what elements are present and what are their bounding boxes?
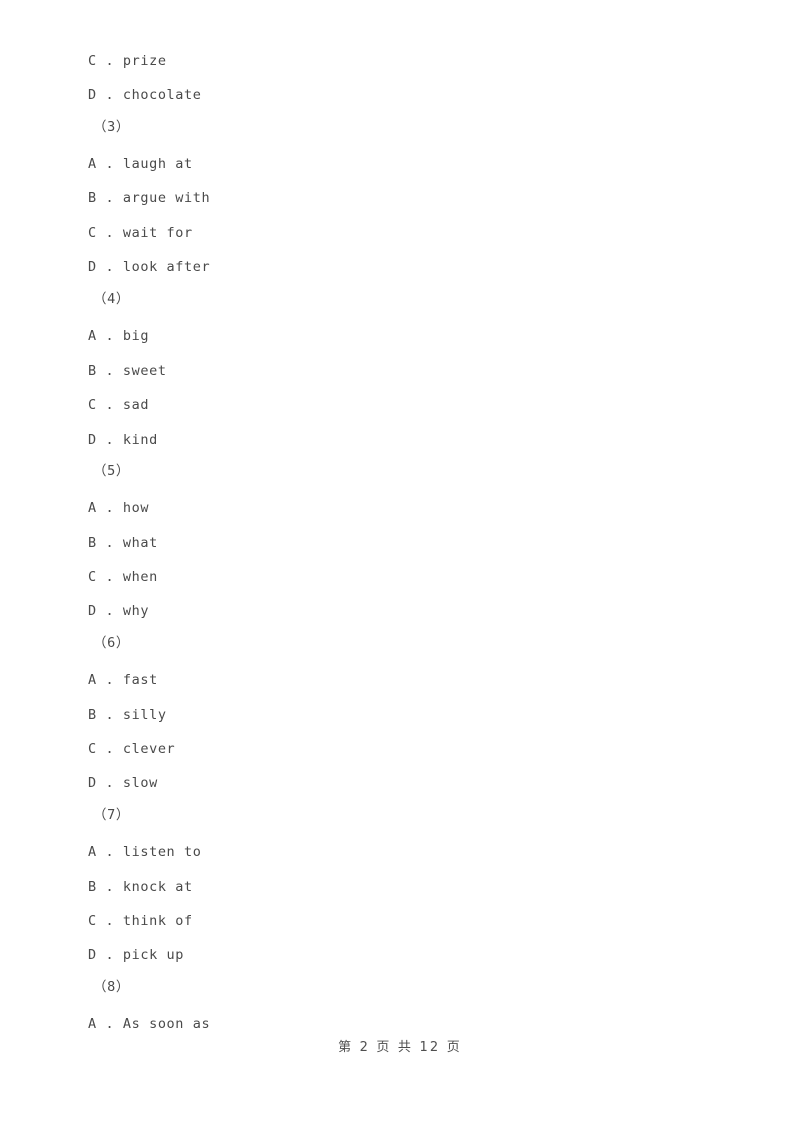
- question-number: （5）: [93, 463, 130, 479]
- answer-option: C . think of: [88, 913, 193, 929]
- answer-option: C . prize: [88, 53, 167, 69]
- answer-option: C . wait for: [88, 225, 193, 241]
- answer-option: A . big: [88, 328, 150, 344]
- answer-option: A . As soon as: [88, 1016, 211, 1032]
- answer-option: D . slow: [88, 775, 158, 791]
- answer-option: A . laugh at: [88, 156, 193, 172]
- answer-option: A . fast: [88, 672, 158, 688]
- document-page: C . prize D . chocolate （3） A . laugh at B .…: [0, 0, 800, 1132]
- answer-option: A . how: [88, 500, 150, 516]
- answer-option: D . pick up: [88, 947, 185, 963]
- answer-option: D . why: [88, 603, 150, 619]
- answer-option: C . when: [88, 569, 158, 585]
- answer-option: D . kind: [88, 432, 158, 448]
- question-number: （8）: [93, 979, 130, 995]
- question-number: （4）: [93, 291, 130, 307]
- answer-option: B . knock at: [88, 879, 193, 895]
- answer-option: B . silly: [88, 707, 167, 723]
- answer-option: D . chocolate: [88, 87, 202, 103]
- question-number: （6）: [93, 635, 130, 651]
- answer-option: B . what: [88, 535, 158, 551]
- question-number: （7）: [93, 807, 130, 823]
- answer-option: D . look after: [88, 259, 211, 275]
- answer-option: B . sweet: [88, 363, 167, 379]
- answer-option: C . sad: [88, 397, 150, 413]
- question-number: （3）: [93, 119, 130, 135]
- answer-option: B . argue with: [88, 190, 211, 206]
- page-footer: 第 2 页 共 12 页: [338, 1040, 462, 1055]
- answer-option: A . listen to: [88, 844, 202, 860]
- answer-option: C . clever: [88, 741, 176, 757]
